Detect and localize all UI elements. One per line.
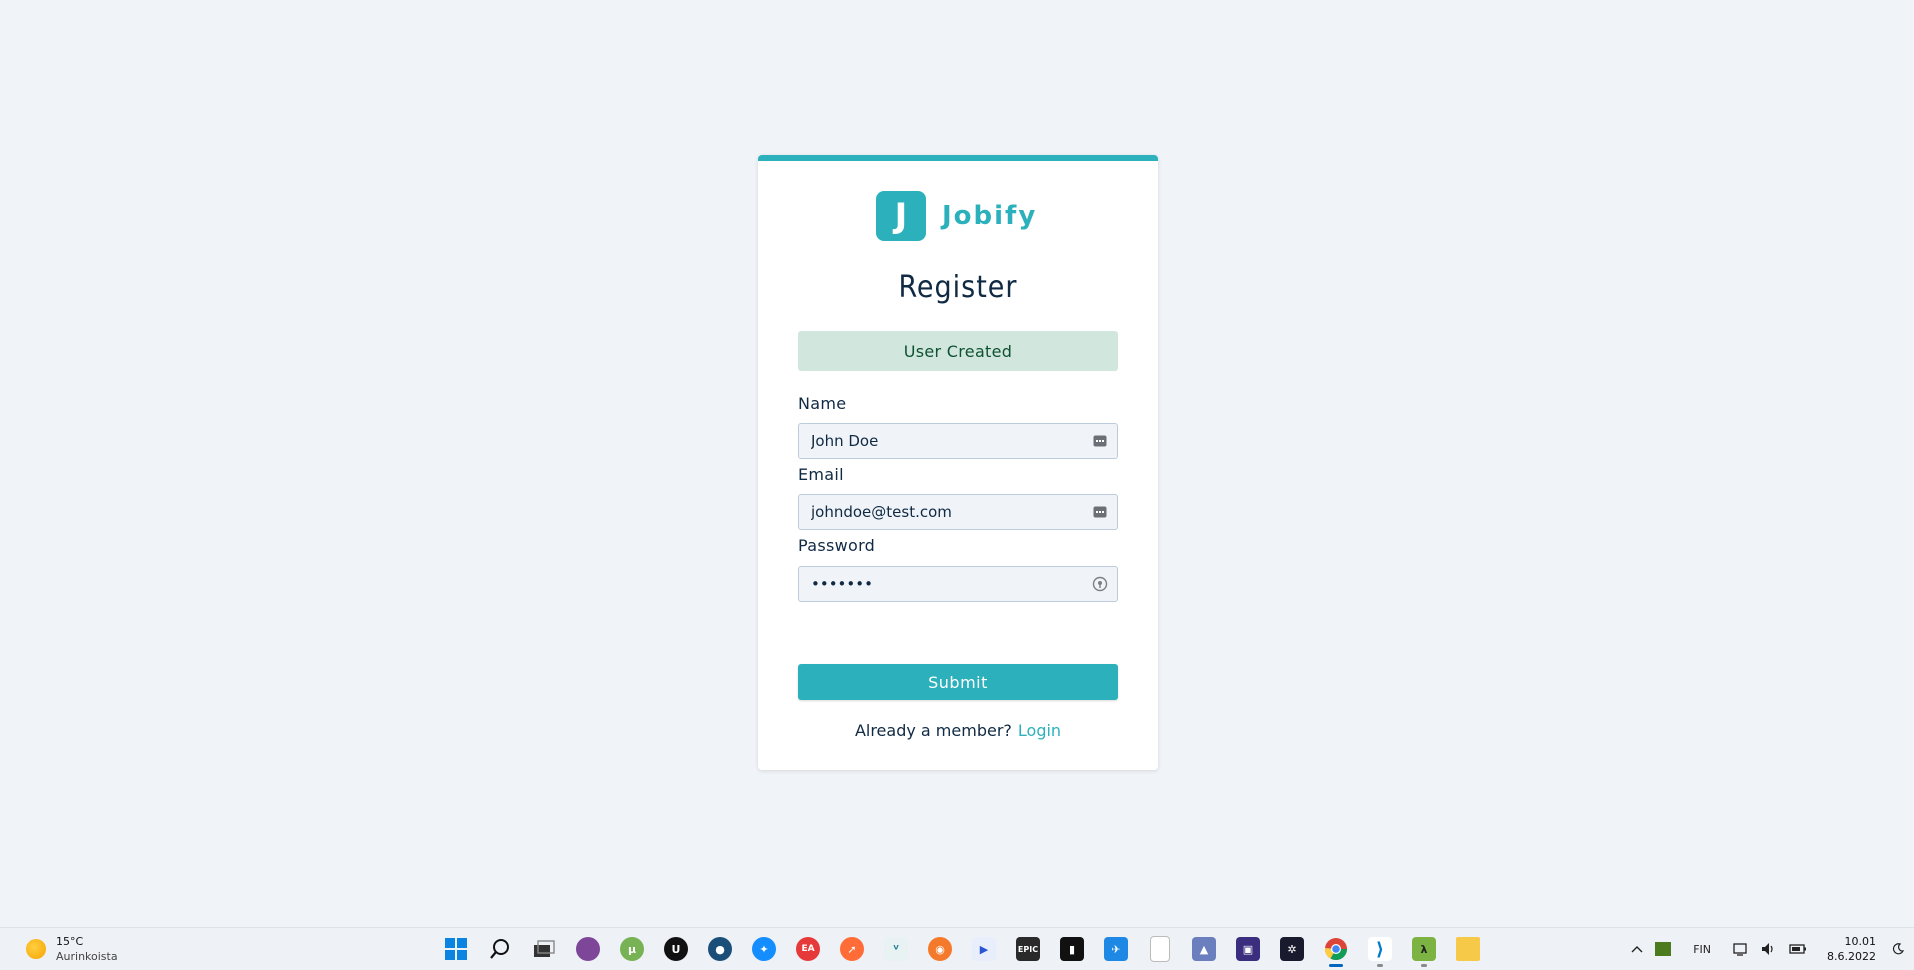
unreal-engine-icon[interactable]: U (654, 928, 698, 970)
page-title: Register (898, 270, 1018, 305)
system-tray: FIN 10.01 8.6.2022 (1625, 928, 1914, 970)
tor-browser-icon[interactable] (566, 928, 610, 970)
sun-icon (26, 939, 46, 959)
submit-button[interactable]: Submit (798, 664, 1118, 700)
launcher-app-icon[interactable]: ✈ (1094, 928, 1138, 970)
virtual-machine-icon[interactable]: ▣ (1226, 928, 1270, 970)
clock-date: 8.6.2022 (1827, 950, 1876, 963)
weather-widget[interactable]: 15°C Aurinkoista (26, 934, 118, 964)
nvidia-icon[interactable] (1655, 942, 1672, 956)
postman-icon[interactable]: ➚ (830, 928, 874, 970)
epic-games-icon[interactable]: EPIC (1006, 928, 1050, 970)
blank-file-icon[interactable] (1138, 928, 1182, 970)
login-link[interactable]: Login (1018, 721, 1061, 740)
ea-app-icon[interactable]: EA (786, 928, 830, 970)
language-indicator[interactable]: FIN (1693, 943, 1711, 956)
success-alert: User Created (798, 331, 1118, 371)
windows-start-icon[interactable] (434, 928, 478, 970)
clock-time: 10.01 (1844, 935, 1877, 948)
search-icon[interactable] (478, 928, 522, 970)
network-icon[interactable] (1733, 942, 1749, 956)
logo: J Jobify (876, 191, 1037, 241)
logo-mark: J (876, 191, 926, 241)
password-label: Password (798, 536, 876, 555)
steam-icon[interactable]: ● (698, 928, 742, 970)
battle-net-icon[interactable]: ✦ (742, 928, 786, 970)
autofill-card-icon[interactable] (1092, 504, 1108, 520)
volume-icon[interactable] (1761, 942, 1777, 956)
name-input[interactable] (798, 423, 1118, 459)
utorrent-icon[interactable]: µ (610, 928, 654, 970)
member-text: Already a member? (854, 721, 1012, 740)
clock[interactable]: 10.01 8.6.2022 (1827, 934, 1876, 964)
autofill-card-icon[interactable] (1092, 433, 1108, 449)
file-explorer-icon[interactable] (1446, 928, 1490, 970)
weather-temp: 15°C (56, 935, 84, 948)
audio-app-icon[interactable]: ▮ (1050, 928, 1094, 970)
email-label: Email (798, 465, 844, 484)
register-card: J Jobify Register User Created Name Emai… (758, 155, 1158, 770)
taskbar-apps: µ U ● ✦ EA ➚ ⱽ ◉ ▶ EPIC ▮ ✈ ▲ ▣ ✲ ⟩ λ (434, 928, 1490, 970)
half-life-icon[interactable]: λ (1402, 928, 1446, 970)
fan-control-icon[interactable]: ✲ (1270, 928, 1314, 970)
media-player-icon[interactable]: ▶ (962, 928, 1006, 970)
email-input[interactable] (798, 494, 1118, 530)
vortex-icon[interactable]: ⱽ (874, 928, 918, 970)
password-input[interactable] (798, 566, 1118, 602)
chrome-icon[interactable] (1314, 928, 1358, 970)
battery-icon[interactable] (1789, 943, 1807, 955)
focus-assist-icon[interactable] (1892, 943, 1904, 955)
vscode-icon[interactable]: ⟩ (1358, 928, 1402, 970)
chevron-up-icon[interactable] (1631, 945, 1643, 953)
taskbar: 15°C Aurinkoista µ U ● ✦ EA ➚ ⱽ ◉ ▶ EPIC… (0, 927, 1914, 970)
blender-icon[interactable]: ◉ (918, 928, 962, 970)
member-prompt: Already a member? Login (758, 721, 1158, 740)
task-view-icon[interactable] (522, 928, 566, 970)
logo-text: Jobify (942, 201, 1038, 231)
weather-desc: Aurinkoista (56, 950, 118, 963)
photos-app-icon[interactable]: ▲ (1182, 928, 1226, 970)
name-label: Name (798, 394, 847, 413)
password-key-icon[interactable] (1092, 576, 1108, 592)
